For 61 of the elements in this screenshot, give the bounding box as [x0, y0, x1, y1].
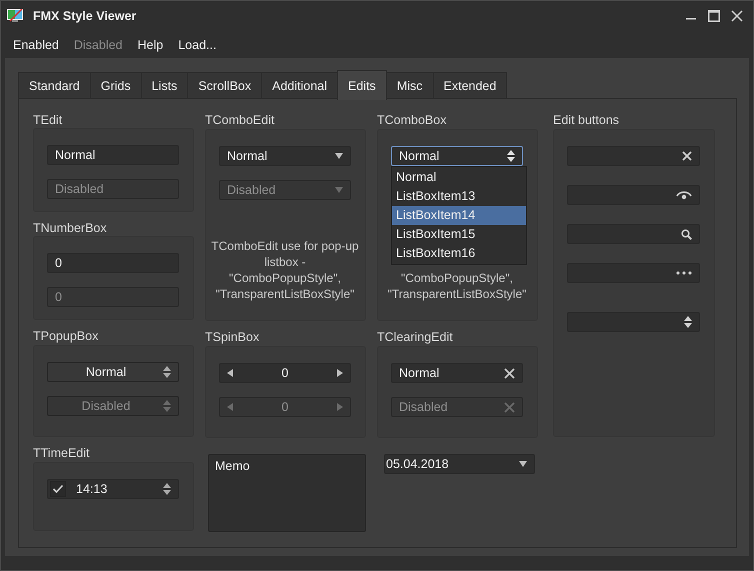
dropdown-arrow-icon — [519, 461, 527, 467]
up-down-arrows-icon — [163, 400, 171, 412]
tab[interactable]: Misc — [386, 72, 434, 98]
list-item[interactable]: ListBoxItem14 — [392, 206, 526, 225]
group-title: Edit buttons — [553, 113, 620, 129]
group-title: TComboBox — [377, 113, 448, 129]
close-icon[interactable] — [731, 10, 743, 22]
edit-field[interactable] — [567, 224, 700, 244]
spin-box[interactable]: 0 — [219, 363, 351, 383]
tab[interactable]: Grids — [90, 72, 142, 98]
tab[interactable]: ScrollBox — [187, 72, 262, 98]
text-field[interactable]: 0 — [47, 253, 179, 273]
combo-field[interactable]: Normal — [219, 146, 351, 166]
tab[interactable]: Lists — [140, 72, 188, 98]
menu-item[interactable]: Enabled — [13, 38, 59, 52]
checkbox-icon[interactable] — [50, 481, 66, 497]
edit-field[interactable] — [567, 146, 700, 166]
combo-box[interactable]: Normal — [391, 146, 523, 166]
list-item[interactable]: ListBoxItem16 — [392, 244, 526, 263]
app-icon — [7, 9, 25, 23]
edit-field[interactable] — [567, 185, 700, 205]
up-down-arrows-icon — [163, 483, 171, 495]
list-item[interactable]: ListBoxItem13 — [392, 187, 526, 206]
window-title: FMX Style Viewer — [33, 9, 136, 23]
clearing-field[interactable]: Normal — [391, 363, 523, 383]
group-title: TTimeEdit — [33, 446, 90, 462]
text-field[interactable]: Normal — [47, 145, 179, 165]
group-title: TPopupBox — [33, 329, 100, 345]
list-item[interactable]: Normal — [392, 168, 526, 187]
time-field[interactable]: 14:13 — [47, 479, 179, 499]
eye-icon[interactable] — [676, 190, 692, 200]
edit-field[interactable] — [567, 263, 700, 283]
clear-icon[interactable] — [504, 368, 515, 378]
memo-field[interactable]: Memo — [208, 454, 366, 532]
up-down-arrows-icon[interactable] — [684, 316, 692, 328]
maximize-icon[interactable] — [708, 10, 720, 22]
list-item[interactable]: ListBoxItem15 — [392, 225, 526, 244]
note-text: "ComboPopupStyle", "TransparentListBoxStyle" — [386, 270, 528, 303]
group-title: TSpinBox — [205, 330, 260, 346]
dropdown-arrow-icon — [335, 153, 343, 159]
note-text: TComboEdit use for pop-up listbox - "ComboPopupStyle", "TransparentListBoxStyle" — [210, 238, 360, 303]
edit-field[interactable] — [567, 312, 700, 332]
tab[interactable]: Edits — [337, 70, 387, 100]
right-arrow-icon[interactable] — [337, 369, 343, 377]
group-title: TComboEdit — [205, 113, 276, 129]
date-field[interactable]: 05.04.2018 — [384, 454, 535, 474]
tab[interactable]: Additional — [261, 72, 338, 98]
dropdown-arrow-icon — [335, 187, 343, 193]
menu-item[interactable]: Help — [138, 38, 164, 52]
menu-item[interactable]: Load... — [178, 38, 216, 52]
group-title: TClearingEdit — [377, 330, 454, 346]
search-icon[interactable] — [681, 228, 692, 240]
left-arrow-icon[interactable] — [227, 369, 233, 377]
tab[interactable]: Extended — [432, 72, 508, 98]
up-down-arrows-icon — [507, 150, 515, 162]
group-title: TEdit — [33, 113, 64, 128]
tab[interactable]: Standard — [18, 72, 91, 98]
ellipsis-icon[interactable] — [676, 271, 692, 275]
popup-box[interactable]: Normal — [47, 362, 179, 382]
up-down-arrows-icon — [163, 366, 171, 378]
group-title: TNumberBox — [33, 221, 108, 236]
